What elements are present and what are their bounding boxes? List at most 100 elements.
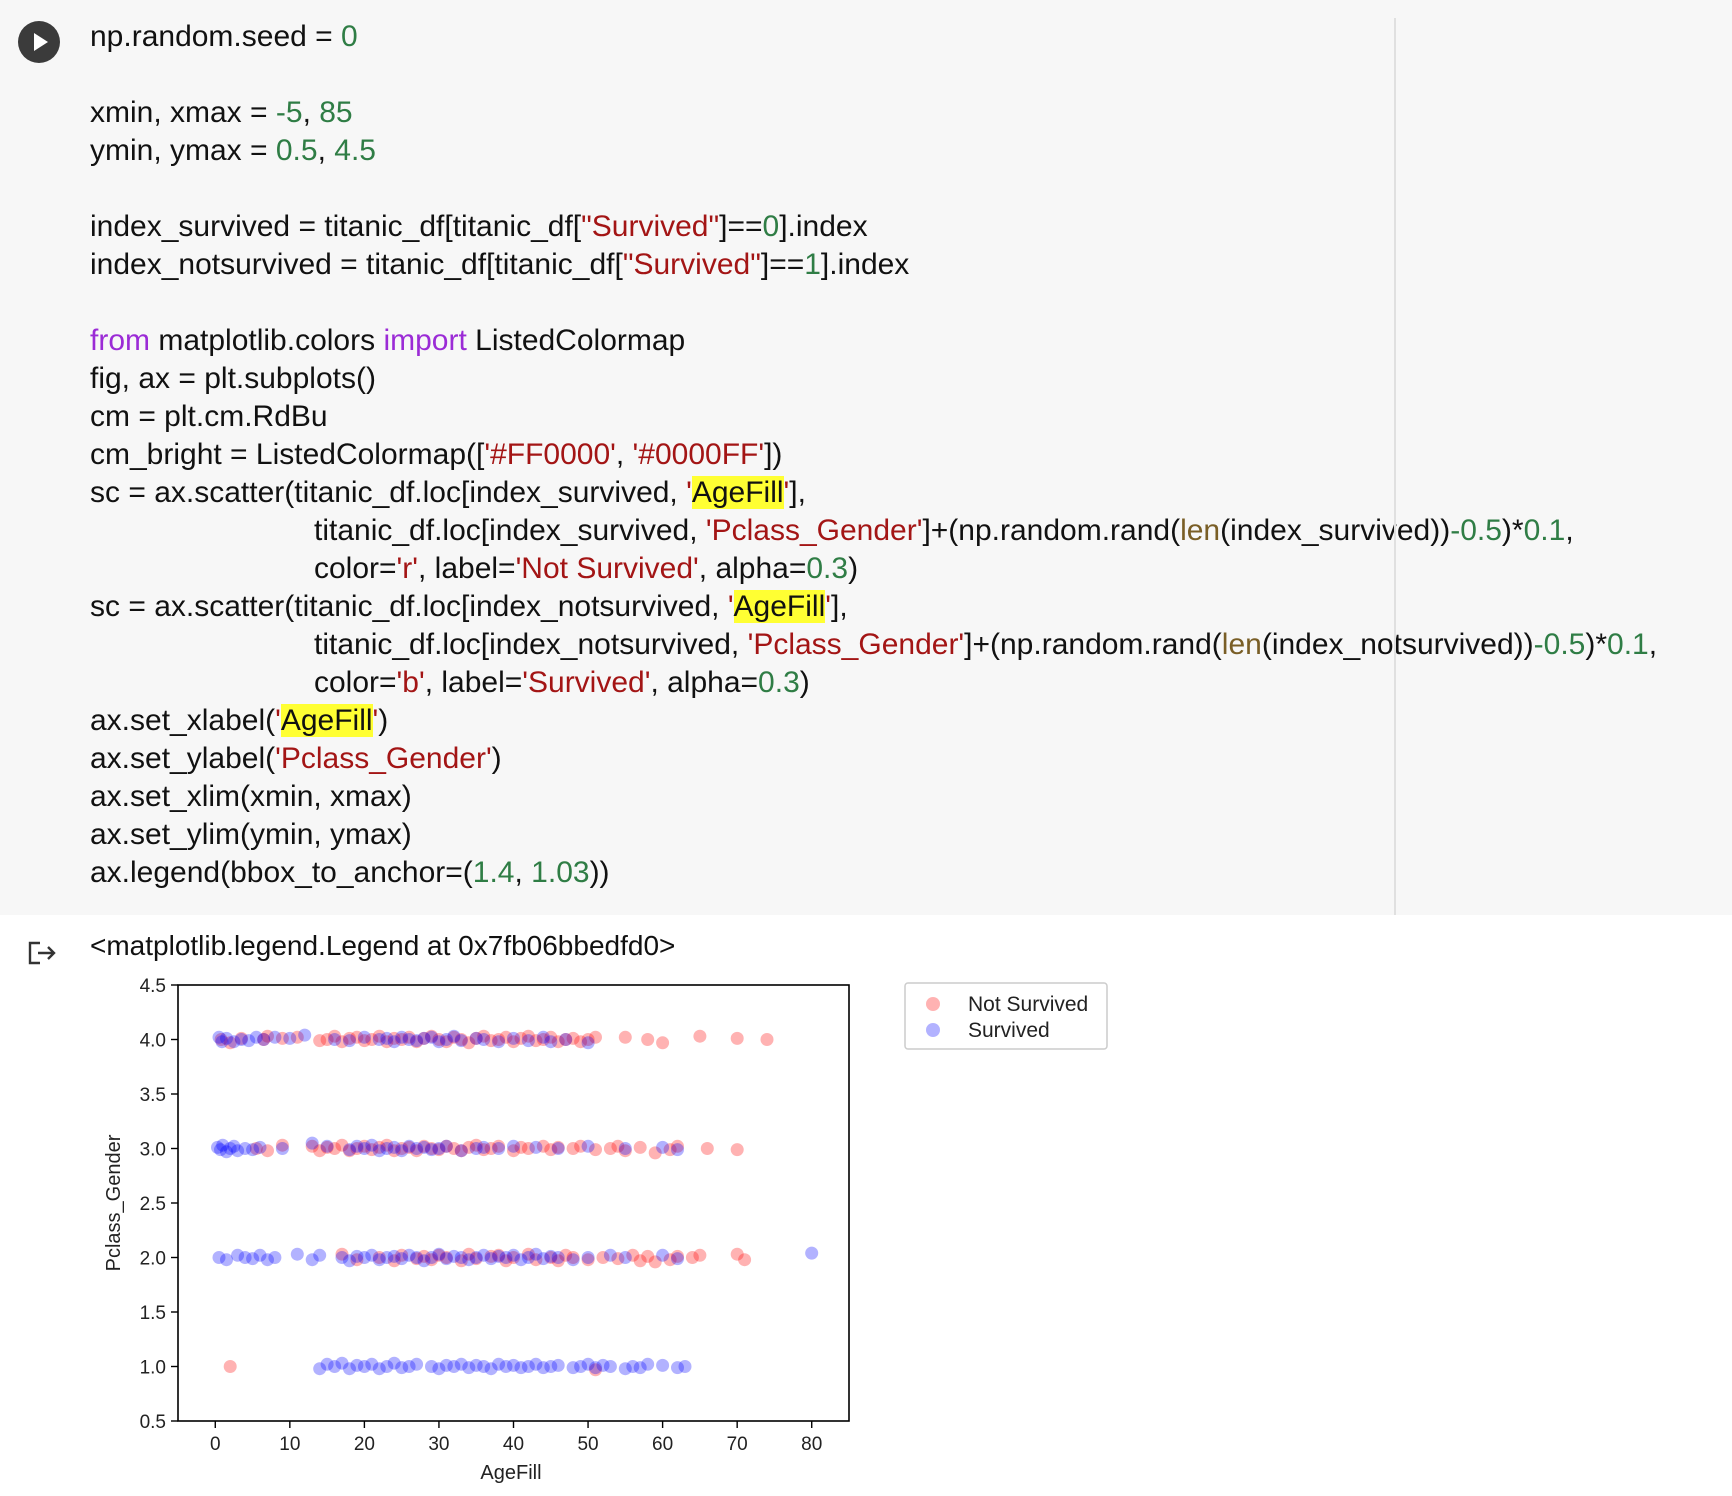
code-line[interactable]: fig, ax = plt.subplots() [90,360,1657,398]
y-tick-label: 4.0 [140,1031,166,1052]
data-point-survived [551,1142,565,1155]
data-point-survived [283,1031,297,1045]
code-token: ) [799,666,810,699]
code-editor[interactable]: np.random.seed = 0 xmin, xmax = -5, 85 ymi… [90,18,1657,892]
code-line[interactable]: titanic_df.loc[index_notsurvived, 'Pclas… [90,626,1657,664]
data-point-survived [268,1030,282,1044]
run-cell-button[interactable] [18,21,60,63]
data-point-survived [454,1034,468,1048]
code-token: ax.set_ylim(ymin, ymax) [90,818,412,851]
code-line[interactable] [90,170,1657,208]
code-line[interactable]: cm = plt.cm.RdBu [90,398,1657,436]
code-line[interactable]: index_notsurvived = titanic_df[titanic_d… [90,246,1657,284]
code-line[interactable]: color='r', label='Not Survived', alpha=0… [90,550,1657,588]
code-token: 'Survived' [522,666,651,699]
y-tick-label: 3.0 [140,1140,166,1161]
code-line[interactable] [90,56,1657,94]
data-point-survived [603,1360,617,1373]
data-point-not-survived [641,1033,655,1046]
data-point-survived [454,1144,468,1158]
scatter-points [211,1028,819,1377]
x-tick-label: 60 [652,1434,673,1455]
code-token: , [1565,514,1574,547]
x-axis-label: AgeFill [480,1462,541,1484]
code-line[interactable]: ymin, ymax = 0.5, 4.5 [90,132,1657,170]
code-token: from [90,324,150,357]
x-tick-label: 20 [354,1434,375,1455]
y-tick-label: 4.5 [140,976,166,997]
code-line[interactable]: from matplotlib.colors import ListedColo… [90,322,1657,360]
code-line[interactable]: ax.set_xlim(xmin, xmax) [90,778,1657,816]
code-token: index_notsurvived = titanic_df[titanic_d… [90,248,623,281]
data-point-survived [257,1033,271,1046]
code-token: 0.3 [758,666,800,699]
code-token: ' [275,704,281,737]
data-point-survived [313,1248,327,1262]
data-point-survived [581,1139,595,1153]
code-token: ], [830,590,848,623]
x-tick-label: 70 [727,1434,748,1455]
data-point-not-survived [700,1142,714,1155]
code-line[interactable]: np.random.seed = 0 [90,18,1657,56]
x-tick-label: 30 [428,1434,449,1455]
code-token: )* [1501,514,1524,547]
code-token: fig, ax = plt.subplots() [90,362,376,395]
code-token: ax.legend(bbox_to_anchor=( [90,856,473,889]
scatter-chart: 0 10 20 30 40 50 60 70 80 0.5 1.0 1.5 2.0 2.5 3.0 3.5 4… [103,976,1108,1484]
code-line[interactable]: sc = ax.scatter(titanic_df.loc[index_not… [90,588,1657,626]
code-line[interactable]: cm_bright = ListedColormap(['#FF0000', '… [90,436,1657,474]
code-token: 4.5 [334,134,376,167]
data-point-survived [603,1248,617,1262]
code-line[interactable] [90,284,1657,322]
data-point-not-survived [618,1030,632,1044]
data-point-survived [641,1357,655,1371]
code-line[interactable]: index_survived = titanic_df[titanic_df["… [90,208,1657,246]
data-point-survived [618,1142,632,1155]
legend-marker-survived [926,1023,940,1037]
data-point-survived [566,1253,580,1267]
code-token: , [1648,628,1658,661]
data-point-not-survived [693,1029,707,1043]
code-cell[interactable]: np.random.seed = 0 xmin, xmax = -5, 85 ymi… [0,0,1732,915]
code-token: ax.set_xlabel( [90,704,276,737]
code-line[interactable]: sc = ax.scatter(titanic_df.loc[index_sur… [90,474,1657,512]
y-tick-label: 2.5 [140,1194,166,1215]
code-line[interactable]: color='b', label='Survived', alpha=0.3) [90,664,1657,702]
data-point-survived [551,1251,565,1264]
data-point-not-survived [730,1031,744,1045]
code-line[interactable]: ax.set_ylim(ymin, ymax) [90,816,1657,854]
code-token: 'Pclass_Gender' [705,514,923,547]
data-point-survived [492,1035,506,1049]
code-token: 0 [762,210,780,243]
code-token: , [615,438,633,471]
code-line[interactable]: titanic_df.loc[index_survived, 'Pclass_G… [90,512,1657,550]
code-line[interactable]: ax.set_xlabel('AgeFill') [90,702,1657,740]
data-point-not-survived [656,1036,670,1050]
legend-label-not-survived: Not Survived [968,993,1088,1016]
data-point-survived [253,1140,267,1154]
data-point-survived [439,1139,453,1153]
data-point-survived [328,1033,342,1046]
y-axis-label: Pclass_Gender [103,1134,125,1271]
code-line[interactable]: xmin, xmax = -5, 85 [90,94,1657,132]
code-token: sc = ax.scatter(titanic_df.loc[index_not… [90,590,728,623]
data-point-survived [618,1251,632,1264]
data-point-survived [551,1358,565,1372]
data-point-survived [671,1143,684,1157]
code-token: ' [727,590,734,623]
code-token: , [302,96,320,129]
data-point-not-survived [738,1253,752,1267]
code-line[interactable]: ax.legend(bbox_to_anchor=(1.4, 1.03)) [90,854,1657,892]
code-token: len [1221,628,1262,661]
code-line[interactable]: ax.set_ylabel('Pclass_Gender') [90,740,1657,778]
x-tick-label: 0 [210,1434,221,1455]
data-point-survived [656,1140,670,1154]
data-point-survived [220,1253,233,1267]
y-tick-label: 0.5 [140,1412,166,1433]
code-token: xmin, xmax = [90,96,276,129]
code-token: , [514,856,532,889]
data-point-survived [507,1139,520,1153]
code-token: 'Pclass_Gender' [275,742,492,775]
data-point-survived [343,1034,356,1048]
code-token: ymin, ymax = [90,134,276,167]
